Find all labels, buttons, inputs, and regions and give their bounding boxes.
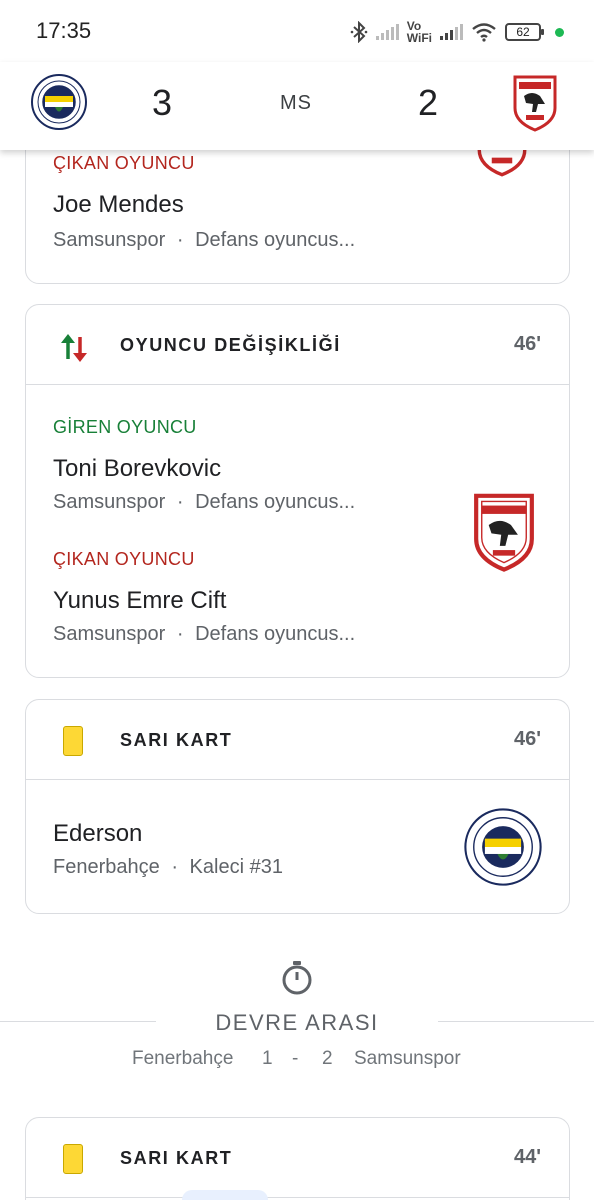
bottom-nav-indicator[interactable]: [182, 1190, 268, 1200]
samsunspor-crest-icon: [474, 493, 534, 572]
out-player-label: ÇIKAN OYUNCU: [53, 153, 195, 173]
player-meta: Fenerbahçe · Kaleci #31: [53, 856, 283, 879]
match-status: MS: [280, 92, 312, 114]
out-player-meta: Samsunspor · Defans oyuncus...: [53, 623, 355, 646]
out-player-label: ÇIKAN OYUNCU: [53, 549, 195, 569]
home-score: 3: [152, 82, 173, 123]
vowifi-label: Vo WiFi: [406, 19, 432, 45]
player-name[interactable]: Ederson: [53, 820, 142, 848]
player-detail: Kaleci #31: [189, 856, 283, 878]
half-time-home-score: 1: [262, 1048, 273, 1069]
event-title: SARI KART: [120, 730, 233, 750]
yellow-card-icon: [63, 726, 83, 756]
status-bar: 17:35 Vo WiFi 62: [0, 0, 594, 62]
half-time-score-separator: -: [292, 1048, 299, 1069]
out-player-meta: Samsunspor · Defans oyuncus...: [53, 229, 355, 252]
in-player-name[interactable]: Toni Borevkovic: [53, 455, 221, 483]
status-time: 17:35: [36, 18, 92, 43]
event-card-header: SARI KART 44': [26, 1118, 569, 1198]
in-player-label: GİREN OYUNCU: [53, 417, 197, 437]
status-icons: Vo WiFi 62: [350, 18, 564, 46]
separator-dot: ·: [176, 229, 184, 251]
player-position: Defans oyuncus...: [195, 491, 356, 513]
half-time-home-team: Fenerbahçe: [132, 1048, 234, 1069]
event-card-substitution[interactable]: OYUNCU DEĞİŞİKLİĞİ 46' GİREN OYUNCU Toni…: [25, 304, 570, 678]
event-card-header: OYUNCU DEĞİŞİKLİĞİ 46': [26, 305, 569, 385]
fenerbahce-crest-icon: [464, 808, 542, 886]
signal-icon: [375, 24, 399, 40]
out-player-name[interactable]: Yunus Emre Cift: [53, 587, 226, 615]
separator-dot: ·: [176, 491, 184, 513]
team-name: Samsunspor: [53, 623, 166, 645]
bluetooth-icon: [350, 21, 368, 43]
team-name: Samsunspor: [53, 229, 166, 251]
substitution-arrows-icon: [61, 334, 87, 362]
in-player-meta: Samsunspor · Defans oyuncus...: [53, 491, 355, 514]
event-minute: 44': [513, 1146, 541, 1168]
half-time-title: DEVRE ARASI: [215, 1010, 379, 1035]
samsunspor-crest-icon[interactable]: [512, 74, 558, 132]
player-position: Defans oyuncus...: [195, 623, 356, 645]
fenerbahce-crest-icon[interactable]: [31, 74, 87, 130]
match-score-header[interactable]: 3 MS 2: [0, 62, 594, 150]
separator-dot: ·: [176, 623, 184, 645]
away-score: 2: [418, 82, 439, 123]
event-minute: 46': [513, 728, 541, 750]
signal-icon-2: [440, 24, 463, 40]
yellow-card-icon: [63, 1144, 83, 1174]
event-title: SARI KART: [120, 1148, 233, 1168]
battery-icon: 62: [505, 23, 544, 41]
privacy-indicator-dot: [555, 27, 564, 37]
separator-dot: ·: [171, 856, 178, 878]
player-position: Defans oyuncus...: [195, 229, 356, 251]
event-title: OYUNCU DEĞİŞİKLİĞİ: [120, 335, 341, 355]
team-name: Samsunspor: [53, 491, 166, 513]
team-name: Fenerbahçe: [53, 856, 160, 878]
out-player-name[interactable]: Joe Mendes: [53, 191, 184, 219]
event-card-yellow-card-2[interactable]: SARI KART 44': [25, 1117, 570, 1200]
stopwatch-icon: [282, 961, 312, 995]
event-card-yellow-card[interactable]: SARI KART 46' Ederson Fenerbahçe · Kalec…: [25, 699, 570, 914]
event-minute: 46': [513, 333, 541, 355]
wifi-icon: [472, 23, 496, 42]
half-time-away-score: 2: [322, 1048, 333, 1069]
half-time-away-team: Samsunspor: [354, 1048, 461, 1069]
event-card-header: SARI KART 46': [26, 700, 569, 780]
